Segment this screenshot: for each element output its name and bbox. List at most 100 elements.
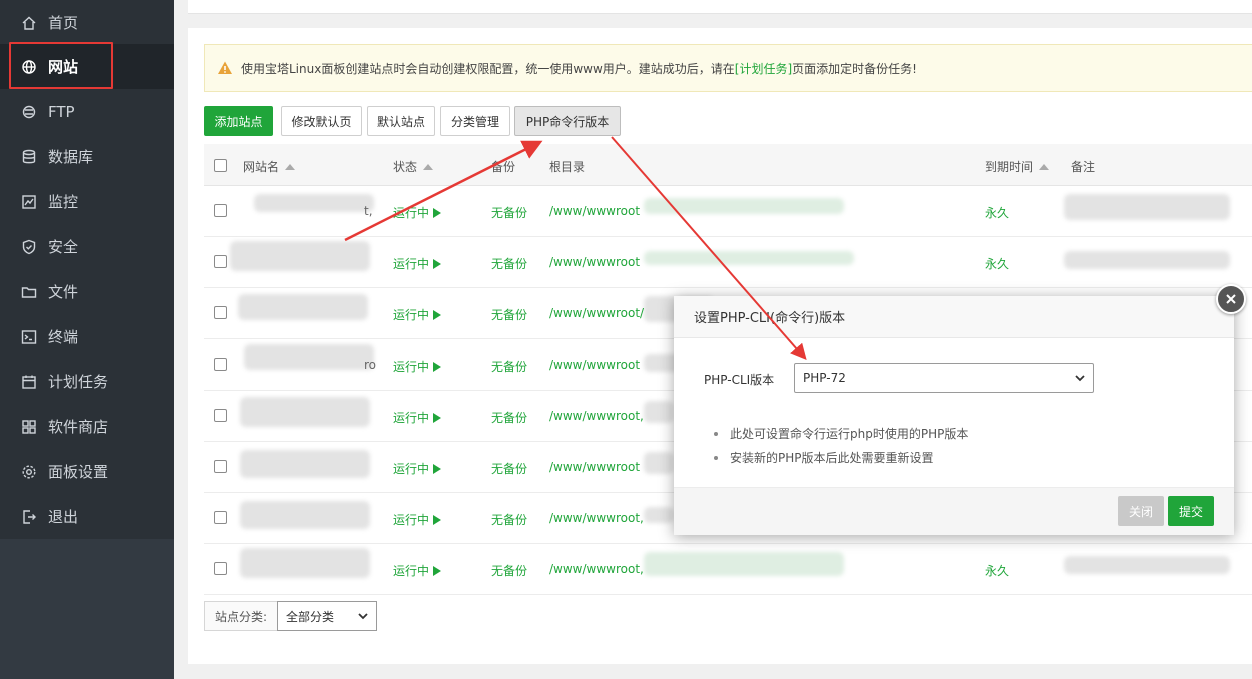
root-dir-cell[interactable]: /www/wwwroot [549, 204, 640, 218]
root-dir-cell[interactable]: /www/wwwroot, [549, 511, 644, 525]
row-checkbox[interactable] [214, 460, 227, 473]
root-dir-cell[interactable]: /www/wwwroot [549, 460, 640, 474]
row-checkbox[interactable] [214, 306, 227, 320]
sidebar-item-ftp[interactable]: FTP [0, 89, 174, 134]
redacted-block [238, 294, 368, 321]
row-checkbox[interactable] [214, 562, 227, 576]
root-dir-cell[interactable]: /www/wwwroot/ [549, 306, 644, 320]
monitor-icon [20, 193, 38, 211]
redacted-block [240, 450, 370, 478]
sidebar-item-cron[interactable]: 计划任务 [0, 359, 174, 404]
row-checkbox[interactable] [214, 357, 227, 371]
edit-default-page-button[interactable]: 修改默认页 [281, 106, 362, 136]
logout-icon [20, 508, 38, 526]
site-name-tail[interactable]: ro [364, 358, 376, 372]
sidebar-item-label: 软件商店 [48, 418, 109, 436]
sidebar-item-logout[interactable]: 退出 [0, 494, 174, 539]
backup-cell[interactable]: 无备份 [491, 460, 527, 477]
category-manage-button[interactable]: 分类管理 [440, 106, 510, 136]
sidebar-item-label: 面板设置 [48, 463, 109, 481]
default-site-button[interactable]: 默认站点 [367, 106, 435, 136]
row-checkbox[interactable] [214, 204, 227, 217]
sidebar-item-store[interactable]: 软件商店 [0, 404, 174, 449]
site-name-tail[interactable]: t, [364, 204, 373, 218]
dialog-tips: 此处可设置命令行运行php时使用的PHP版本 安装新的PHP版本后此处需要重新设… [712, 422, 968, 470]
col-status[interactable]: 状态 [393, 158, 434, 175]
sidebar-item-database[interactable]: 数据库 [0, 134, 174, 179]
sidebar-item-files[interactable]: 文件 [0, 269, 174, 314]
status-cell[interactable]: 运行中 [393, 562, 442, 579]
active-item-highlight [9, 42, 113, 89]
sidebar-item-label: 退出 [48, 508, 79, 526]
col-note: 备注 [1071, 160, 1096, 174]
sidebar-item-security[interactable]: 安全 [0, 224, 174, 269]
redacted-block [1064, 556, 1230, 575]
sidebar-item-label: 安全 [48, 238, 79, 256]
backup-cell[interactable]: 无备份 [491, 562, 527, 579]
backup-cell[interactable]: 无备份 [491, 255, 527, 272]
add-site-button[interactable]: 添加站点 [204, 106, 273, 136]
status-cell[interactable]: 运行中 [393, 460, 442, 477]
redacted-block [230, 241, 370, 272]
root-dir-cell[interactable]: /www/wwwroot [549, 255, 640, 269]
redacted-block [644, 251, 854, 266]
col-root: 根目录 [549, 160, 586, 174]
top-panel [188, 0, 1252, 14]
expire-cell[interactable]: 永久 [985, 255, 1009, 272]
sidebar-item-home[interactable]: 首页 [0, 0, 174, 45]
sidebar-item-settings[interactable]: 面板设置 [0, 449, 174, 494]
warning-icon [218, 61, 232, 74]
notice-bar: 使用宝塔Linux面板创建站点时会自动创建权限配置，统一使用www用户。建站成功… [204, 44, 1252, 92]
play-icon [433, 361, 442, 372]
col-site-name[interactable]: 网站名 [243, 158, 296, 175]
row-checkbox[interactable] [214, 255, 227, 269]
redacted-block [644, 507, 674, 524]
row-checkbox[interactable] [214, 408, 227, 422]
backup-cell[interactable]: 无备份 [491, 358, 527, 375]
expire-cell[interactable]: 永久 [985, 562, 1009, 579]
status-cell[interactable]: 运行中 [393, 409, 442, 426]
php-cli-dialog: 设置PHP-CLI(命令行)版本 PHP-CLI版本 PHP-72 此处可设置命… [674, 296, 1234, 535]
chevron-down-icon [358, 613, 368, 620]
close-button[interactable]: 关闭 [1118, 496, 1164, 526]
folder-icon [20, 283, 38, 301]
expire-cell[interactable]: 永久 [985, 204, 1009, 221]
dialog-footer: 关闭 提交 [674, 487, 1234, 535]
col-expire[interactable]: 到期时间 [985, 158, 1050, 175]
backup-cell[interactable]: 无备份 [491, 409, 527, 426]
sort-up-icon [423, 164, 434, 170]
status-cell[interactable]: 运行中 [393, 204, 442, 221]
backup-cell[interactable]: 无备份 [491, 306, 527, 323]
database-icon [20, 148, 38, 166]
tip-item: 安装新的PHP版本后此处需要重新设置 [712, 446, 968, 470]
backup-cell[interactable]: 无备份 [491, 204, 527, 221]
root-dir-cell[interactable]: /www/wwwroot [549, 358, 640, 372]
php-cli-version-select[interactable]: PHP-72 [794, 363, 1094, 393]
root-dir-cell[interactable]: /www/wwwroot, [549, 409, 644, 423]
sort-up-icon [1039, 164, 1050, 170]
category-select[interactable]: 全部分类 [277, 601, 378, 631]
col-backup: 备份 [491, 160, 516, 174]
dialog-close-icon[interactable] [1216, 284, 1246, 314]
backup-cell[interactable]: 无备份 [491, 511, 527, 528]
sidebar-item-monitor[interactable]: 监控 [0, 179, 174, 224]
status-text: 运行中 [393, 206, 430, 220]
status-text: 运行中 [393, 359, 430, 374]
status-text: 运行中 [393, 410, 430, 425]
calendar-icon [20, 373, 38, 391]
play-icon [433, 412, 442, 423]
submit-button[interactable]: 提交 [1168, 496, 1214, 526]
status-cell[interactable]: 运行中 [393, 358, 442, 375]
status-cell[interactable]: 运行中 [393, 255, 442, 272]
status-cell[interactable]: 运行中 [393, 511, 442, 528]
redacted-block [254, 194, 374, 212]
root-dir-cell[interactable]: /www/wwwroot, [549, 562, 644, 576]
sidebar-item-terminal[interactable]: 终端 [0, 314, 174, 359]
cron-link[interactable]: [计划任务] [735, 60, 792, 77]
status-cell[interactable]: 运行中 [393, 306, 442, 323]
gear-icon [20, 463, 38, 481]
php-cli-version-button[interactable]: PHP命令行版本 [514, 106, 621, 136]
sidebar-item-label: 文件 [48, 283, 79, 301]
row-checkbox[interactable] [214, 511, 227, 525]
select-all-checkbox[interactable] [214, 159, 227, 172]
